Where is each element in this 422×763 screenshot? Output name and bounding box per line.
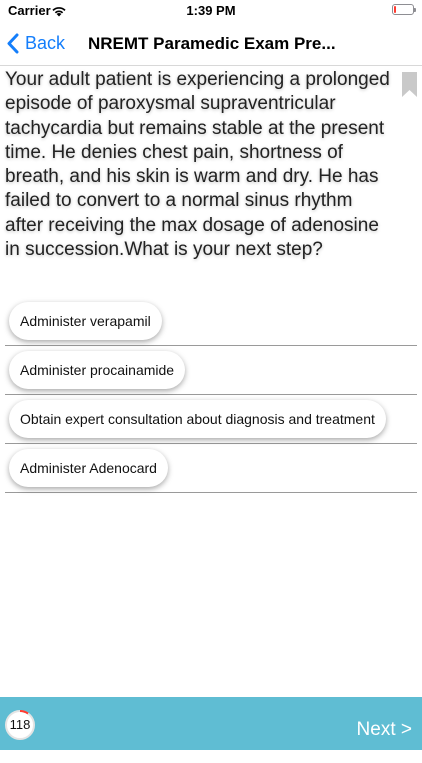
answer-row: Obtain expert consultation about diagnos… [5,395,417,444]
bookmark-icon[interactable] [402,72,417,102]
back-label: Back [25,33,66,53]
next-button[interactable]: Next > [357,697,412,750]
answer-option-4[interactable]: Administer Adenocard [9,449,168,487]
answer-option-1[interactable]: Administer verapamil [9,302,162,340]
page-title: NREMT Paramedic Exam Pre... [88,34,336,53]
answer-option-3[interactable]: Obtain expert consultation about diagnos… [9,400,386,438]
answer-row: Administer verapamil [5,297,417,346]
chevron-left-icon [7,33,19,54]
back-button[interactable]: Back [6,22,65,65]
status-bar: Carrier 1:39 PM [0,0,422,22]
answer-row: Administer Adenocard [5,444,417,493]
question-text: Your adult patient is experiencing a pro… [5,69,390,261]
navigation-bar: Back NREMT Paramedic Exam Pre... [0,22,422,66]
answer-row: Administer procainamide [5,346,417,395]
question-counter: 118 [9,717,31,732]
battery-icon [392,4,416,15]
question-counter-badge: 118 [5,710,35,740]
status-time: 1:39 PM [186,3,236,18]
bottom-bar: 118 Next > [0,697,422,750]
answer-list: Administer verapamil Administer procaina… [0,297,422,493]
answer-option-2[interactable]: Administer procainamide [9,351,186,389]
battery-level [394,6,396,13]
